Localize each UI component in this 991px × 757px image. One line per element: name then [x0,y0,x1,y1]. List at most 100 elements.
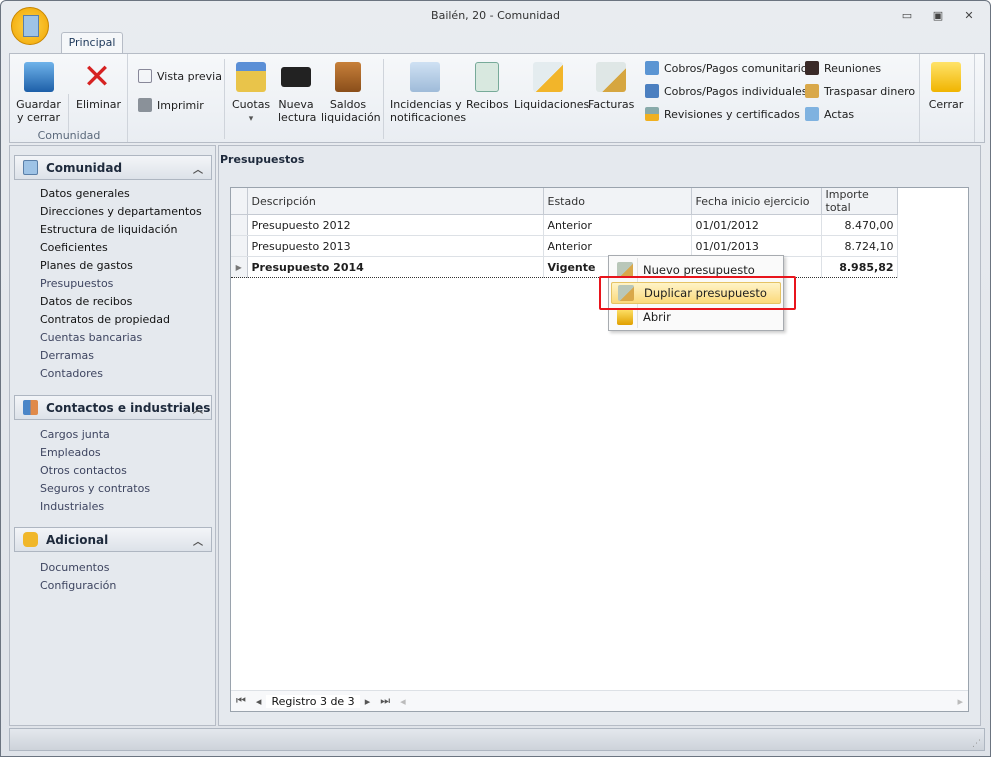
nueva-lectura-button[interactable]: Nueva lectura [278,62,316,124]
group-title: Adicional [46,532,109,547]
sidebar-item-otros-contactos[interactable]: Otros contactos [40,464,127,477]
imprimir-button[interactable]: Imprimir [138,98,204,112]
traspasar-dinero-button[interactable]: Traspasar dinero [805,84,915,98]
sidebar-item-contratos[interactable]: Contratos de propiedad [40,313,170,326]
restore-button[interactable]: ▣ [930,9,946,22]
label: Actas [824,107,855,121]
cell-importe[interactable]: 8.985,82 [821,256,898,278]
dropdown-arrow-icon: ▾ [248,114,254,124]
sidebar-item-cargos-junta[interactable]: Cargos junta [40,428,110,441]
incidencias-button[interactable]: Incidencias y notificaciones [390,62,466,124]
sidebar-item-cuentas[interactable]: Cuentas bancarias [40,331,142,344]
table-row[interactable]: Presupuesto 2012 Anterior 01/01/2012 8.470,… [231,214,898,236]
label: Reuniones [824,61,882,75]
label: Vista previa [157,69,222,83]
actas-button[interactable]: Actas [805,107,854,121]
column-header-estado[interactable]: Estado [543,188,692,215]
row-indicator [231,214,248,236]
next-record-icon[interactable]: ▸ [360,695,376,708]
eliminar-button[interactable]: ✕ Eliminar [76,60,121,111]
first-record-icon[interactable]: ⏮ [231,694,251,708]
sidebar-item-empleados[interactable]: Empleados [40,446,101,459]
cell-fecha[interactable]: 01/01/2012 [691,214,822,236]
sidebar-item-seguros[interactable]: Seguros y contratos [40,482,150,495]
group-title: Comunidad [46,160,123,175]
sidebar-group-contactos[interactable]: Contactos e industriales ︿ [14,395,212,420]
reuniones-button[interactable]: Reuniones [805,61,881,75]
last-record-icon[interactable]: ⏭ [375,694,395,708]
calendar-coins-icon [236,62,266,92]
sidebar-group-comunidad[interactable]: Comunidad ︿ [14,155,212,180]
chevron-up-icon[interactable]: ︿ [193,533,203,548]
column-header-fecha[interactable]: Fecha inicio ejercicio [691,188,822,215]
sidebar-item-coeficientes[interactable]: Coeficientes [40,241,108,254]
record-navigator: ⏮ ◂ Registro 3 de 3 ▸ ⏭ ◂ ▸ [231,690,968,711]
database-icon [23,532,38,547]
sidebar-item-derramas[interactable]: Derramas [40,349,94,362]
sidebar-group-adicional[interactable]: Adicional ︿ [14,527,212,552]
clipboard-check-icon [410,62,440,92]
cell-descripcion[interactable]: Presupuesto 2012 [247,214,544,236]
highlight-annotation [599,276,796,310]
group-label-comunidad: Comunidad [37,129,101,142]
cuotas-button[interactable]: Cuotas ▾ [232,62,270,126]
table-row[interactable]: Presupuesto 2013 Anterior 01/01/2013 8.724,… [231,235,898,257]
calculator-person-icon [645,84,659,98]
cell-importe[interactable]: 8.470,00 [821,214,898,236]
record-count: Registro 3 de 3 [266,694,360,708]
chevron-up-icon[interactable]: ︿ [193,401,203,416]
minimize-button[interactable]: ▭ [899,9,915,22]
guardar-cerrar-button[interactable]: Guardar y cerrar [16,62,61,124]
sidebar-item-planes-gastos[interactable]: Planes de gastos [40,259,133,272]
vista-previa-button[interactable]: Vista previa [138,69,222,83]
revisiones-button[interactable]: Revisiones y certificados [645,107,800,121]
sidebar-item-direcciones[interactable]: Direcciones y departamentos [40,205,202,218]
row-indicator-header [231,188,248,215]
sidebar-item-industriales[interactable]: Industriales [40,500,104,513]
certificate-icon [805,107,819,121]
cerrar-button[interactable]: Cerrar [927,62,965,111]
saldos-liquidacion-button[interactable]: Saldos liquidación [321,62,381,124]
cell-importe[interactable]: 8.724,10 [821,235,898,257]
row-indicator [231,235,248,257]
current-row-arrow-icon: ▶ [231,256,248,278]
label: Cobros/Pagos individuales [664,84,808,98]
cell-estado[interactable]: Anterior [543,214,692,236]
liquidaciones-button[interactable]: Liquidaciones [514,62,589,111]
receipt-icon [475,62,499,92]
prev-record-icon[interactable]: ◂ [251,695,267,708]
horizontal-scrollbar[interactable]: ◂ ▸ [395,695,968,708]
building-icon [23,160,38,175]
resize-grip-icon[interactable]: ⋰ [972,739,981,749]
cell-estado[interactable]: Anterior [543,235,692,257]
label: Cobros/Pagos comunitarios [664,61,814,75]
close-button[interactable]: ✕ [961,9,977,22]
label: Cerrar [928,98,964,111]
sidebar: Comunidad ︿ Datos generales Direcciones y… [9,145,216,726]
label: Saldos liquidación [321,98,381,124]
page-title: Presupuestos [220,153,305,166]
tab-principal[interactable]: Principal [61,32,123,54]
cell-fecha[interactable]: 01/01/2013 [691,235,822,257]
sidebar-item-documentos[interactable]: Documentos [40,561,109,574]
sidebar-item-contadores[interactable]: Contadores [40,367,103,380]
cell-descripcion[interactable]: Presupuesto 2014 [247,256,544,278]
recibos-button[interactable]: Recibos [466,62,508,111]
cell-descripcion[interactable]: Presupuesto 2013 [247,235,544,257]
cobros-individuales-button[interactable]: Cobros/Pagos individuales [645,84,808,98]
sidebar-item-presupuestos[interactable]: Presupuestos [40,277,113,290]
calculator-bell-icon [645,107,659,121]
sidebar-item-estructura[interactable]: Estructura de liquidación [40,223,177,236]
label: Facturas [588,98,635,111]
group-title: Contactos e industriales [46,400,211,415]
facturas-button[interactable]: Facturas [588,62,634,111]
sidebar-item-datos-generales[interactable]: Datos generales [40,187,130,200]
table-row-selected[interactable]: ▶ Presupuesto 2014 Vigente 8.985,82 [231,256,898,278]
sidebar-item-datos-recibos[interactable]: Datos de recibos [40,295,132,308]
sidebar-item-configuracion[interactable]: Configuración [40,579,116,592]
chevron-up-icon[interactable]: ︿ [193,161,203,176]
preview-icon [138,69,152,83]
cobros-comunitarios-button[interactable]: Cobros/Pagos comunitarios [645,61,813,75]
column-header-descripcion[interactable]: Descripción [247,188,544,215]
column-header-importe[interactable]: Importe total [821,188,898,215]
